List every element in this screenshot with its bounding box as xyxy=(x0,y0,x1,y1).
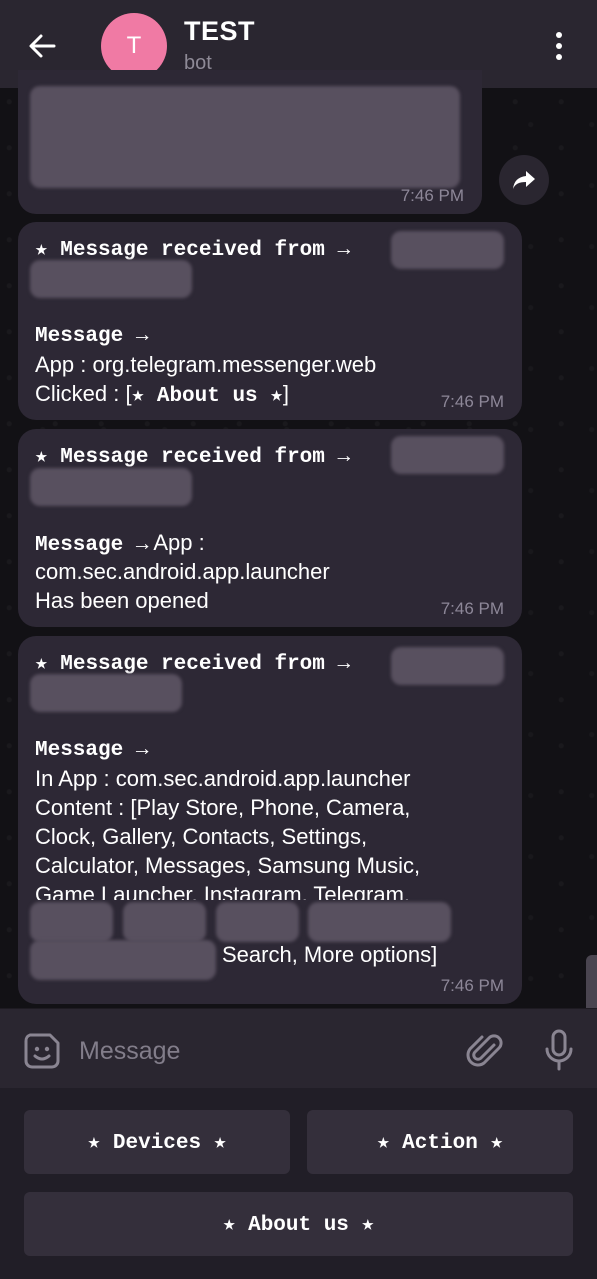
message-line: Content : [Play Store, Phone, Camera, xyxy=(35,795,411,820)
avatar-letter: T xyxy=(126,32,142,59)
redacted-sender xyxy=(391,231,504,269)
message-label: Message → xyxy=(35,739,149,762)
devices-button[interactable]: ★ Devices ★ xyxy=(24,1110,290,1174)
message-header: ★ Message received from → xyxy=(35,446,351,469)
chat-title[interactable]: TEST xyxy=(184,16,255,47)
redacted-app-name xyxy=(123,902,206,942)
message-header: ★ Message received from → xyxy=(35,239,351,262)
message-line: com.sec.android.app.launcher xyxy=(35,559,330,584)
message-label: Message → xyxy=(35,534,149,557)
message-text: App : xyxy=(148,530,205,555)
message-line: Calculator, Messages, Samsung Music, xyxy=(35,853,421,878)
forward-button[interactable] xyxy=(499,155,549,205)
sticker-icon[interactable] xyxy=(22,1031,62,1071)
redacted-app-name xyxy=(30,940,216,980)
more-options-icon[interactable] xyxy=(551,30,567,62)
action-button[interactable]: ★ Action ★ xyxy=(307,1110,573,1174)
bot-keyboard: ★ Devices ★ ★ Action ★ ★ About us ★ xyxy=(0,1088,597,1279)
message-line: Clicked : [★ About us ★] xyxy=(35,379,289,411)
message-line: Clock, Gallery, Contacts, Settings, xyxy=(35,824,368,849)
forward-icon xyxy=(513,171,535,189)
redacted-media xyxy=(30,86,460,188)
redacted-sender xyxy=(30,468,192,506)
message-time: 7:46 PM xyxy=(440,392,504,411)
message-line: In App : com.sec.android.app.launcher xyxy=(35,766,411,791)
back-arrow-icon[interactable] xyxy=(26,30,58,62)
message-bubble[interactable]: ★ Message received from → Message → App … xyxy=(18,429,522,627)
attach-icon[interactable] xyxy=(466,1031,504,1071)
message-bubble[interactable]: ★ Message received from → Message → App … xyxy=(18,222,522,420)
message-text: ★ About us ★ xyxy=(131,385,283,408)
message-time: 7:46 PM xyxy=(440,976,504,995)
message-text: ] xyxy=(282,381,290,406)
message-header: ★ Message received from → xyxy=(35,653,351,676)
about-us-button[interactable]: ★ About us ★ xyxy=(24,1192,573,1256)
message-input[interactable]: Message xyxy=(79,1037,180,1066)
message-line: Message → App : xyxy=(35,528,205,560)
microphone-icon[interactable] xyxy=(544,1029,574,1073)
message-label: Message → xyxy=(35,325,149,348)
redacted-sender xyxy=(30,674,182,712)
redacted-sender xyxy=(30,260,192,298)
message-text: Clicked : [ xyxy=(35,381,132,406)
message-line: Has been opened xyxy=(35,588,209,613)
message-composer: Message xyxy=(0,1008,597,1089)
message-time: 7:46 PM xyxy=(400,186,464,205)
message-time: 7:46 PM xyxy=(440,599,504,618)
message-line: Game Launcher, Instagram, Telegram, xyxy=(35,882,411,900)
message-bubble[interactable]: 7:46 PM xyxy=(18,70,482,214)
redacted-sender xyxy=(391,436,504,474)
message-line: Search, More options] xyxy=(222,942,438,967)
redacted-app-name xyxy=(216,902,299,942)
message-line: App : org.telegram.messenger.web xyxy=(35,352,377,377)
message-bubble[interactable]: ★ Message received from → Message → In A… xyxy=(18,636,522,1004)
redacted-app-name xyxy=(30,902,113,942)
redacted-app-name xyxy=(308,902,451,942)
redacted-sender xyxy=(391,647,504,685)
